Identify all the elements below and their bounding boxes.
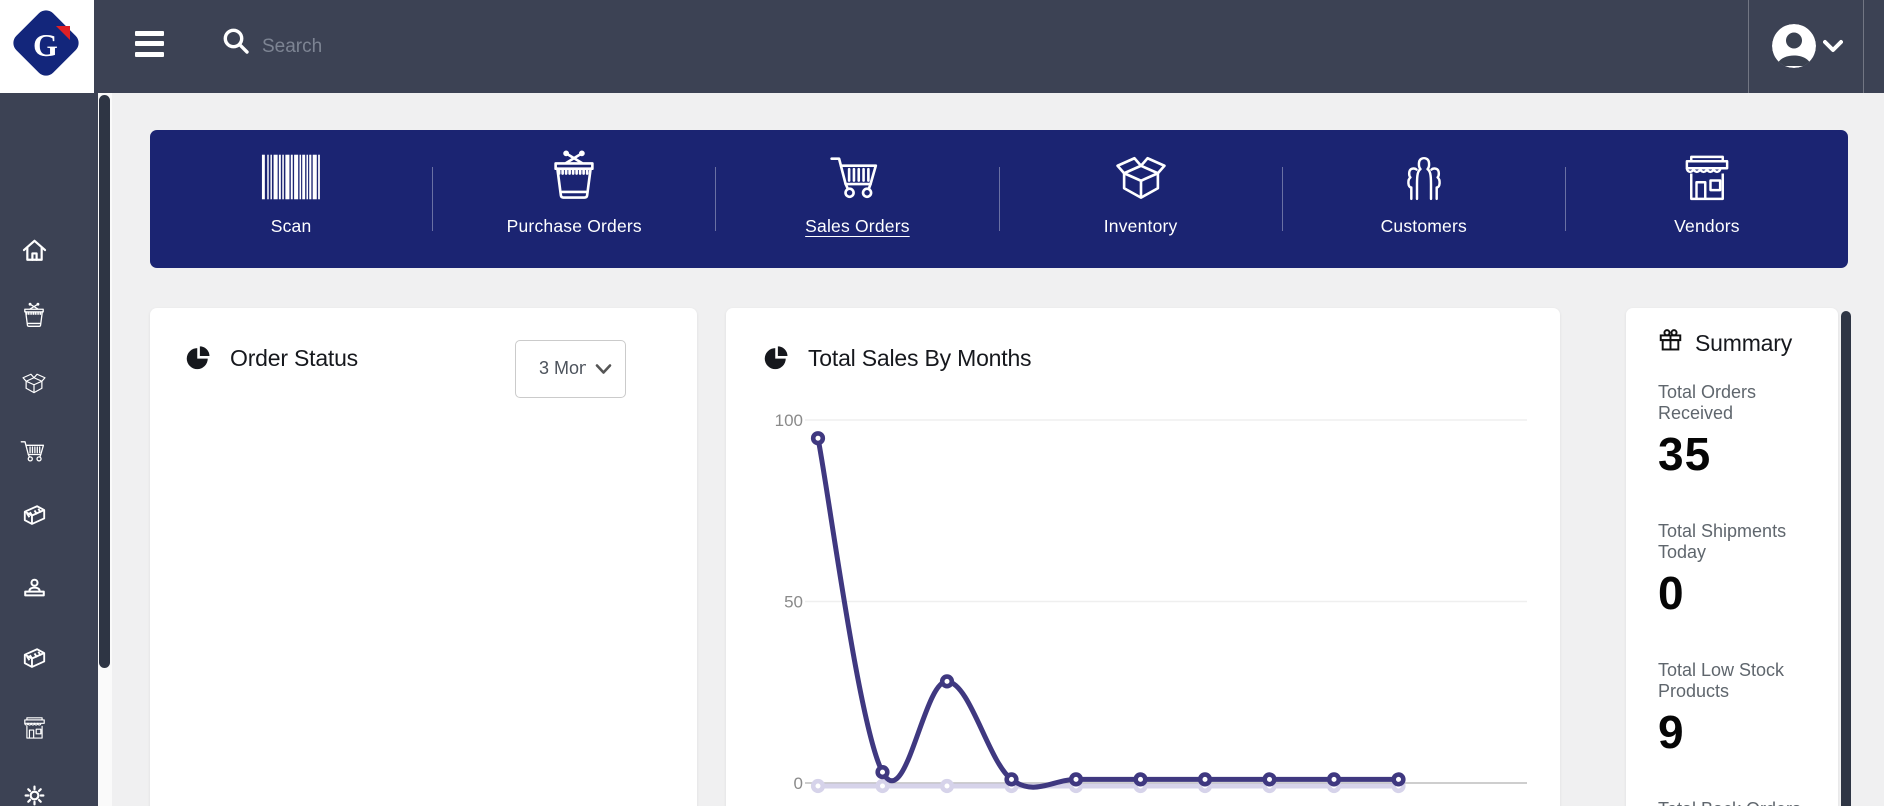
- package-icon: [21, 645, 48, 675]
- nav-item-label: Customers: [1380, 216, 1467, 236]
- nav-item-sales-orders[interactable]: Sales Orders: [716, 130, 998, 268]
- order-status-card: Order Status 3 Months: [150, 308, 697, 806]
- summary-item-label: Total Orders Received: [1658, 382, 1757, 423]
- navbar-divider: [1748, 0, 1749, 93]
- months-filter-select[interactable]: 3 Months: [515, 340, 626, 398]
- dashboard-page: G Search Scan Purchase Orders Sales Orde…: [0, 0, 1884, 806]
- store-icon: [21, 714, 48, 744]
- total-sales-line-chart: 100 50 0: [775, 411, 1527, 794]
- svg-text:0: 0: [794, 774, 803, 793]
- svg-text:100: 100: [775, 411, 803, 430]
- chevron-down-icon: [595, 364, 612, 374]
- card-title: Summary: [1695, 329, 1793, 356]
- logo-letter: G: [33, 27, 58, 63]
- sidebar-item-7-store[interactable]: [17, 712, 51, 746]
- basket-icon: [546, 144, 602, 210]
- person-desk-icon: [21, 576, 48, 606]
- nav-item-vendors[interactable]: Vendors: [1566, 130, 1848, 268]
- pie-chart-icon: [185, 342, 213, 375]
- chevron-down-icon: [1823, 40, 1843, 52]
- nav-item-inventory[interactable]: Inventory: [1000, 130, 1282, 268]
- module-nav-bar: Scan Purchase Orders Sales Orders Invent…: [150, 130, 1848, 268]
- svg-text:50: 50: [784, 593, 803, 612]
- summary-item: Total Orders Received 35: [1658, 382, 1823, 477]
- open-box-icon: [1111, 144, 1171, 210]
- nav-item-label: Purchase Orders: [506, 216, 642, 236]
- search-icon: [223, 28, 249, 54]
- sidebar-item-6-package[interactable]: [17, 643, 51, 677]
- top-navbar: G: [0, 0, 1884, 93]
- user-menu-button[interactable]: [1768, 22, 1852, 72]
- summary-item-value: 0: [1658, 567, 1685, 619]
- nav-item-label: Sales Orders: [805, 216, 910, 236]
- gift-icon: [1658, 328, 1683, 358]
- barcode-icon: [260, 144, 322, 210]
- sidebar-item-3-cart[interactable]: [17, 435, 51, 469]
- hamburger-menu-icon[interactable]: [135, 28, 164, 65]
- user-avatar-icon: [1772, 24, 1816, 68]
- summary-item-value: 9: [1658, 706, 1685, 758]
- page-scrollbar-thumb[interactable]: [1841, 311, 1851, 806]
- sidebar-scrollbar-track[interactable]: [98, 93, 112, 806]
- sidebar-item-4-package[interactable]: [17, 500, 51, 534]
- logo-red-flag-icon: [56, 26, 70, 40]
- navbar-divider: [1863, 0, 1864, 93]
- package-icon: [21, 502, 48, 532]
- months-filter-value: 3 Months: [539, 358, 586, 378]
- nav-item-customers[interactable]: Customers: [1283, 130, 1565, 268]
- summary-item: Total Shipments Today 0: [1658, 521, 1823, 616]
- open-box-icon: [20, 369, 48, 400]
- nav-item-scan[interactable]: Scan: [150, 130, 432, 268]
- sidebar-item-1-basket[interactable]: [17, 300, 51, 334]
- search-input[interactable]: [260, 22, 684, 72]
- app-logo[interactable]: G: [0, 0, 94, 93]
- summary-card: Summary Total Orders Received 35 Total Shi…: [1626, 308, 1838, 806]
- sidebar-item-5-person-desk[interactable]: [17, 574, 51, 608]
- summary-item-label: Total Back Orders: [1658, 799, 1823, 806]
- store-icon: [1679, 144, 1735, 210]
- nav-item-label: Scan: [270, 216, 312, 236]
- nav-item-label: Vendors: [1674, 216, 1740, 236]
- sidebar-item-2-open-box[interactable]: [17, 367, 51, 401]
- sidebar-item-8-gear[interactable]: [17, 780, 51, 806]
- summary-item: Total Back Orders: [1658, 799, 1823, 806]
- summary-item-value: 35: [1658, 428, 1712, 480]
- nav-item-purchase-orders[interactable]: Purchase Orders: [433, 130, 715, 268]
- left-sidebar: [0, 93, 98, 806]
- sidebar-scrollbar-thumb[interactable]: [99, 95, 110, 668]
- gear-icon: [21, 782, 48, 806]
- people-icon: [1396, 144, 1452, 210]
- sidebar-item-0-home[interactable]: [17, 235, 51, 269]
- total-sales-card: Total Sales By Months 100 50 0: [726, 308, 1560, 806]
- summary-item-label: Total Shipments Today: [1658, 521, 1787, 562]
- cart-icon: [829, 144, 885, 210]
- cart-icon: [20, 437, 48, 468]
- summary-items: Total Orders Received 35 Total Shipments T…: [1658, 382, 1823, 806]
- home-icon: [21, 237, 48, 267]
- summary-item: Total Low Stock Products 9: [1658, 660, 1823, 755]
- summary-item-label: Total Low Stock Products: [1658, 660, 1785, 701]
- nav-item-label: Inventory: [1103, 216, 1178, 236]
- card-title: Order Status: [230, 345, 358, 371]
- basket-icon: [20, 302, 48, 333]
